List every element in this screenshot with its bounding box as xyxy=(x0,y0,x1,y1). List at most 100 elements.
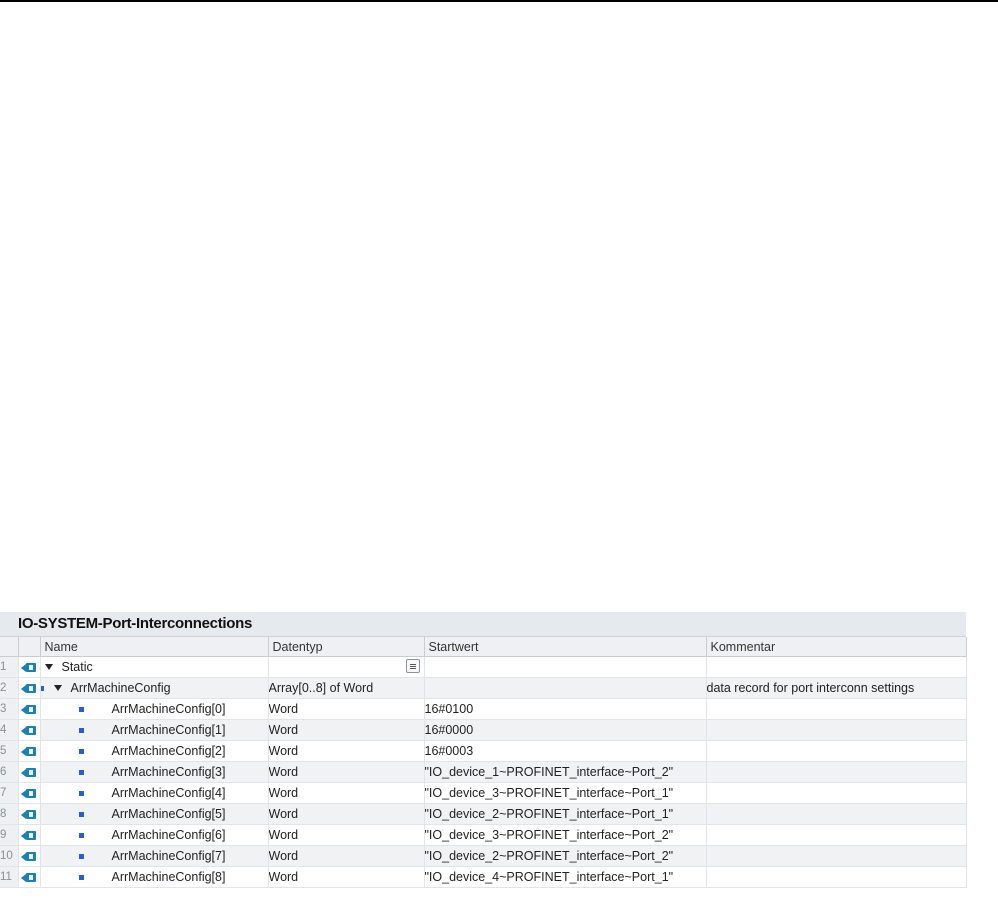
startvalue-cell[interactable]: "IO_device_3~PROFINET_interface~Port_2" xyxy=(424,824,707,846)
row-number: 3 xyxy=(0,698,19,720)
table-row[interactable]: 8 ArrMachineConfig[5] Word "IO_device_2~PRO… xyxy=(0,803,967,825)
datatype-value: Word xyxy=(268,849,299,863)
comment-cell[interactable] xyxy=(706,740,967,762)
comment-cell[interactable] xyxy=(706,698,967,720)
datatype-cell[interactable] xyxy=(268,656,425,678)
table-row[interactable]: 3 ArrMachineConfig[0] Word 16#0100 xyxy=(0,698,967,720)
startvalue-cell[interactable]: "IO_device_1~PROFINET_interface~Port_2" xyxy=(424,761,707,783)
row-icon-cell xyxy=(18,677,41,699)
data-block-editor: IO-SYSTEM-Port-Interconnections Name Dat… xyxy=(0,612,967,914)
datatype-cell[interactable]: Word xyxy=(268,740,425,762)
variable-name: ArrMachineConfig[4] xyxy=(111,786,226,800)
interface-io-icon xyxy=(21,767,37,778)
datatype-value: Word xyxy=(268,786,299,800)
column-header-startvalue[interactable]: Startwert xyxy=(424,637,707,657)
row-icon-cell xyxy=(18,740,41,762)
startvalue-cell[interactable] xyxy=(424,677,707,699)
startvalue-cell[interactable]: "IO_device_2~PROFINET_interface~Port_1" xyxy=(424,803,707,825)
table-row[interactable]: 4 ArrMachineConfig[1] Word 16#0000 xyxy=(0,719,967,741)
column-header-datatype[interactable]: Datentyp xyxy=(268,637,425,657)
datatype-cell[interactable]: Word xyxy=(268,698,425,720)
table-row[interactable]: 1 Static xyxy=(0,656,967,678)
header-icon xyxy=(18,637,41,657)
startvalue-cell[interactable]: 16#0000 xyxy=(424,719,707,741)
datatype-list-button-icon[interactable] xyxy=(405,659,420,673)
name-cell[interactable]: ArrMachineConfig[8] xyxy=(40,866,269,888)
datatype-cell[interactable]: Word xyxy=(268,761,425,783)
interface-io-icon xyxy=(21,683,37,694)
comment-cell[interactable] xyxy=(706,866,967,888)
table-row[interactable]: 7 ArrMachineConfig[4] Word "IO_device_3~PRO… xyxy=(0,782,967,804)
datatype-value: Word xyxy=(268,807,299,821)
comment-cell[interactable] xyxy=(706,761,967,783)
datatype-value: Word xyxy=(268,744,299,758)
blue-square-bullet-icon xyxy=(78,706,84,712)
variable-name: ArrMachineConfig[8] xyxy=(111,870,226,884)
name-cell[interactable]: ArrMachineConfig[1] xyxy=(40,719,269,741)
startvalue-cell[interactable]: "IO_device_4~PROFINET_interface~Port_1" xyxy=(424,866,707,888)
table-row[interactable]: 9 ArrMachineConfig[6] Word "IO_device_3~PRO… xyxy=(0,824,967,846)
row-icon-cell xyxy=(18,845,41,867)
startvalue-cell[interactable]: 16#0003 xyxy=(424,740,707,762)
startvalue-cell[interactable]: 16#0100 xyxy=(424,698,707,720)
datatype-cell[interactable]: Word xyxy=(268,803,425,825)
blue-square-bullet-icon xyxy=(78,727,84,733)
table-row[interactable]: 10 ArrMachineConfig[7] Word "IO_device_2~PR… xyxy=(0,845,967,867)
name-cell[interactable]: ArrMachineConfig[7] xyxy=(40,845,269,867)
comment-cell[interactable]: data record for port interconn settings xyxy=(706,677,967,699)
interface-io-icon xyxy=(21,830,37,841)
interface-io-icon xyxy=(21,851,37,862)
table-row[interactable]: 5 ArrMachineConfig[2] Word 16#0003 xyxy=(0,740,967,762)
name-cell[interactable]: Static xyxy=(40,656,269,678)
name-cell[interactable]: ArrMachineConfig[4] xyxy=(40,782,269,804)
table-row[interactable]: 6 ArrMachineConfig[3] Word "IO_device_1~PRO… xyxy=(0,761,967,783)
row-number: 2 xyxy=(0,677,19,699)
triangle-down-icon[interactable] xyxy=(53,685,62,691)
variable-name: ArrMachineConfig[6] xyxy=(111,828,226,842)
name-cell[interactable]: ArrMachineConfig[0] xyxy=(40,698,269,720)
row-number: 8 xyxy=(0,803,19,825)
name-cell[interactable]: ArrMachineConfig[3] xyxy=(40,761,269,783)
startvalue-cell[interactable] xyxy=(424,656,707,678)
name-cell[interactable]: ArrMachineConfig[6] xyxy=(40,824,269,846)
row-icon-cell xyxy=(18,824,41,846)
startvalue-cell[interactable]: "IO_device_2~PROFINET_interface~Port_2" xyxy=(424,845,707,867)
row-number: 7 xyxy=(0,782,19,804)
table-row[interactable]: 2 ArrMachineConfig Array[0..8] of Word data… xyxy=(0,677,967,699)
variable-name: ArrMachineConfig[3] xyxy=(111,765,226,779)
variable-name: ArrMachineConfig[1] xyxy=(111,723,226,737)
datatype-cell[interactable]: Word xyxy=(268,824,425,846)
comment-cell[interactable] xyxy=(706,824,967,846)
row-number: 9 xyxy=(0,824,19,846)
interface-io-icon xyxy=(21,788,37,799)
datatype-cell[interactable]: Word xyxy=(268,845,425,867)
datatype-cell[interactable]: Array[0..8] of Word xyxy=(268,677,425,699)
table-row[interactable]: 11 ArrMachineConfig[8] Word "IO_device_4~PR… xyxy=(0,866,967,888)
name-cell[interactable]: ArrMachineConfig[5] xyxy=(40,803,269,825)
name-cell[interactable]: ArrMachineConfig xyxy=(40,677,269,699)
datatype-value: Word xyxy=(268,765,299,779)
datatype-value: Array[0..8] of Word xyxy=(268,681,374,695)
comment-cell[interactable] xyxy=(706,656,967,678)
top-rule xyxy=(0,0,998,2)
name-cell[interactable]: ArrMachineConfig[2] xyxy=(40,740,269,762)
column-header-name[interactable]: Name xyxy=(40,637,269,657)
row-number: 5 xyxy=(0,740,19,762)
comment-cell[interactable] xyxy=(706,719,967,741)
row-number: 11 xyxy=(0,866,19,888)
datatype-value: Word xyxy=(268,723,299,737)
variable-name: ArrMachineConfig[2] xyxy=(111,744,226,758)
comment-cell[interactable] xyxy=(706,782,967,804)
datatype-cell[interactable]: Word xyxy=(268,866,425,888)
datatype-cell[interactable]: Word xyxy=(268,782,425,804)
startvalue-cell[interactable]: "IO_device_3~PROFINET_interface~Port_1" xyxy=(424,782,707,804)
row-icon-cell xyxy=(18,803,41,825)
triangle-down-icon[interactable] xyxy=(44,664,53,670)
column-header-comment[interactable]: Kommentar xyxy=(706,637,967,657)
comment-cell[interactable] xyxy=(706,803,967,825)
table-header-row: Name Datentyp Startwert Kommentar xyxy=(0,637,967,657)
comment-cell[interactable] xyxy=(706,845,967,867)
datatype-value: Word xyxy=(268,828,299,842)
variable-name: Static xyxy=(61,660,93,674)
datatype-cell[interactable]: Word xyxy=(268,719,425,741)
